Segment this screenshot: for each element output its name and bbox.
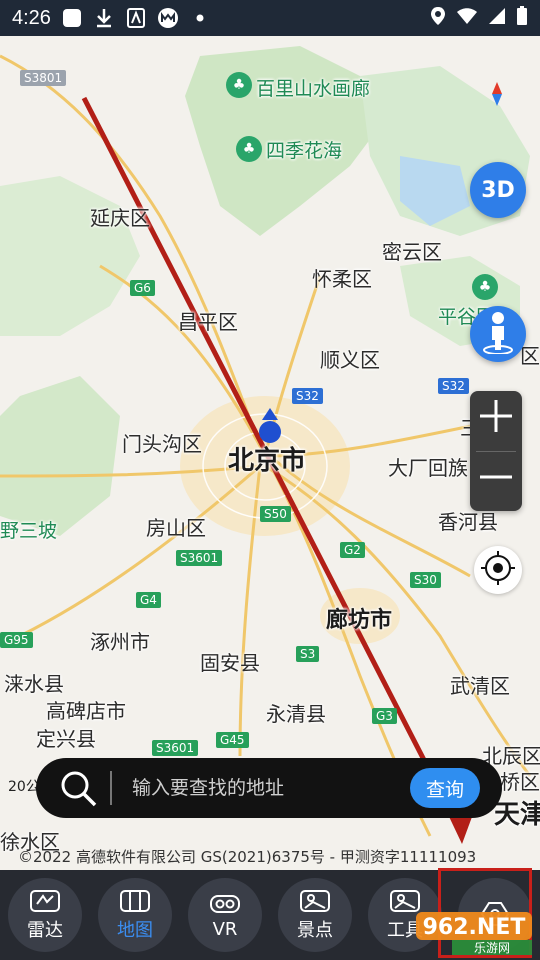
download-icon	[93, 7, 115, 29]
status-right	[430, 6, 528, 30]
search-divider	[110, 771, 112, 805]
road-shield: S30	[410, 572, 441, 588]
road-shield: G6	[130, 280, 155, 296]
road-shield: G3	[372, 708, 397, 724]
road-shield: S3801	[20, 70, 67, 86]
map-label-wuqing: 武清区	[450, 674, 510, 698]
road-shield: G4	[136, 592, 161, 608]
road-shield: G2	[340, 542, 365, 558]
map-label-changping: 昌平区	[178, 310, 238, 334]
search-button[interactable]: 查询	[410, 768, 480, 808]
street-view-button[interactable]	[470, 306, 526, 362]
map-label-baili: 百里山水画廊	[256, 78, 371, 100]
map-label-langfang: 廊坊市	[326, 608, 393, 633]
road-shield: S3601	[176, 550, 223, 566]
plus-icon	[478, 398, 514, 444]
scenic-spot-icon[interactable]: ♣	[472, 274, 498, 300]
crosshair-icon	[480, 550, 516, 590]
person-icon	[480, 310, 516, 358]
map-label-yanqing: 延庆区	[90, 206, 150, 230]
watermark-brand: 962.NET	[423, 915, 526, 940]
map-label-huairou: 怀柔区	[312, 267, 372, 291]
tab-radar[interactable]: 雷达	[8, 878, 82, 952]
road-shield: S50	[260, 506, 291, 522]
road-shield: G45	[216, 732, 249, 748]
tab-label: 景点	[297, 920, 333, 941]
scenic-spot-icon[interactable]: ♣	[226, 72, 252, 98]
road-shield: G95	[0, 632, 33, 648]
wifi-icon	[456, 7, 478, 29]
map-label-shunyi: 顺义区	[320, 348, 380, 372]
map-label-mentougou: 门头沟区	[122, 432, 202, 456]
road-shield: S32	[438, 378, 469, 394]
status-bar: 4:26	[0, 0, 540, 36]
map-label-dachang: 大厂回族	[388, 456, 468, 480]
status-time: 4:26	[12, 6, 51, 29]
search-bar: 查询	[36, 758, 502, 818]
map-label-gaobeidian: 高碑店市	[46, 699, 126, 723]
vr-icon	[210, 894, 240, 913]
watermark-logo: 962.NET 乐游网	[412, 910, 536, 956]
tab-vr[interactable]: VR	[188, 878, 262, 952]
road-shield: S3	[296, 646, 320, 662]
map-label-beijing: 北京市	[228, 446, 307, 476]
map-label-tianjin: 天津	[494, 800, 540, 830]
tab-label: VR	[212, 918, 238, 940]
tab-label: 雷达	[27, 920, 63, 941]
map-label-fangshan: 房山区	[146, 516, 206, 540]
tab-map[interactable]: 地图	[98, 878, 172, 952]
map-label-yongqing: 永清县	[266, 702, 326, 726]
3d-button[interactable]: 3D	[470, 162, 526, 218]
map-view[interactable]: ♣ ♣ ♣ 百里山水画廊 四季花海 延庆区 密云区 怀柔区 昌平区 平谷区 顺义…	[0, 36, 540, 870]
font-app-icon	[125, 7, 147, 29]
scenic-icon	[300, 890, 330, 912]
signal-icon	[488, 7, 506, 29]
map-label-guan: 固安县	[200, 651, 260, 675]
app-notification-icon	[61, 7, 83, 29]
map-label-dingxing: 定兴县	[36, 727, 96, 751]
battery-icon	[516, 6, 528, 30]
scenic-spot-icon[interactable]: ♣	[236, 136, 262, 162]
map-icon	[120, 890, 150, 912]
location-icon	[430, 6, 446, 30]
map-label-zhuozhou: 涿州市	[90, 630, 150, 654]
radar-icon	[30, 890, 60, 912]
zoom-in-button[interactable]	[470, 391, 522, 451]
map-label-yesanpo: 野三坡	[0, 520, 58, 542]
search-icon	[58, 768, 98, 808]
road-shield: S32	[292, 388, 323, 404]
map-label-laishui: 涞水县	[4, 672, 64, 696]
watermark-sub: 乐游网	[474, 941, 510, 955]
locate-button[interactable]	[474, 546, 522, 594]
road-shield: S3601	[152, 740, 199, 756]
minus-icon	[478, 459, 514, 505]
zoom-out-button[interactable]	[470, 452, 522, 512]
dot-icon	[189, 7, 211, 29]
map-label-hongqiao: 桥区	[500, 770, 540, 794]
m-app-icon	[157, 7, 179, 29]
tab-label: 地图	[117, 920, 153, 941]
map-label-miyun: 密云区	[382, 240, 442, 264]
tab-scenic[interactable]: 景点	[278, 878, 352, 952]
copyright-text: ©2022 高德软件有限公司 GS(2021)6375号 - 甲测资字11111…	[18, 848, 477, 866]
search-input[interactable]	[130, 776, 410, 800]
map-label-siji: 四季花海	[266, 140, 343, 162]
zoom-control	[470, 391, 522, 511]
